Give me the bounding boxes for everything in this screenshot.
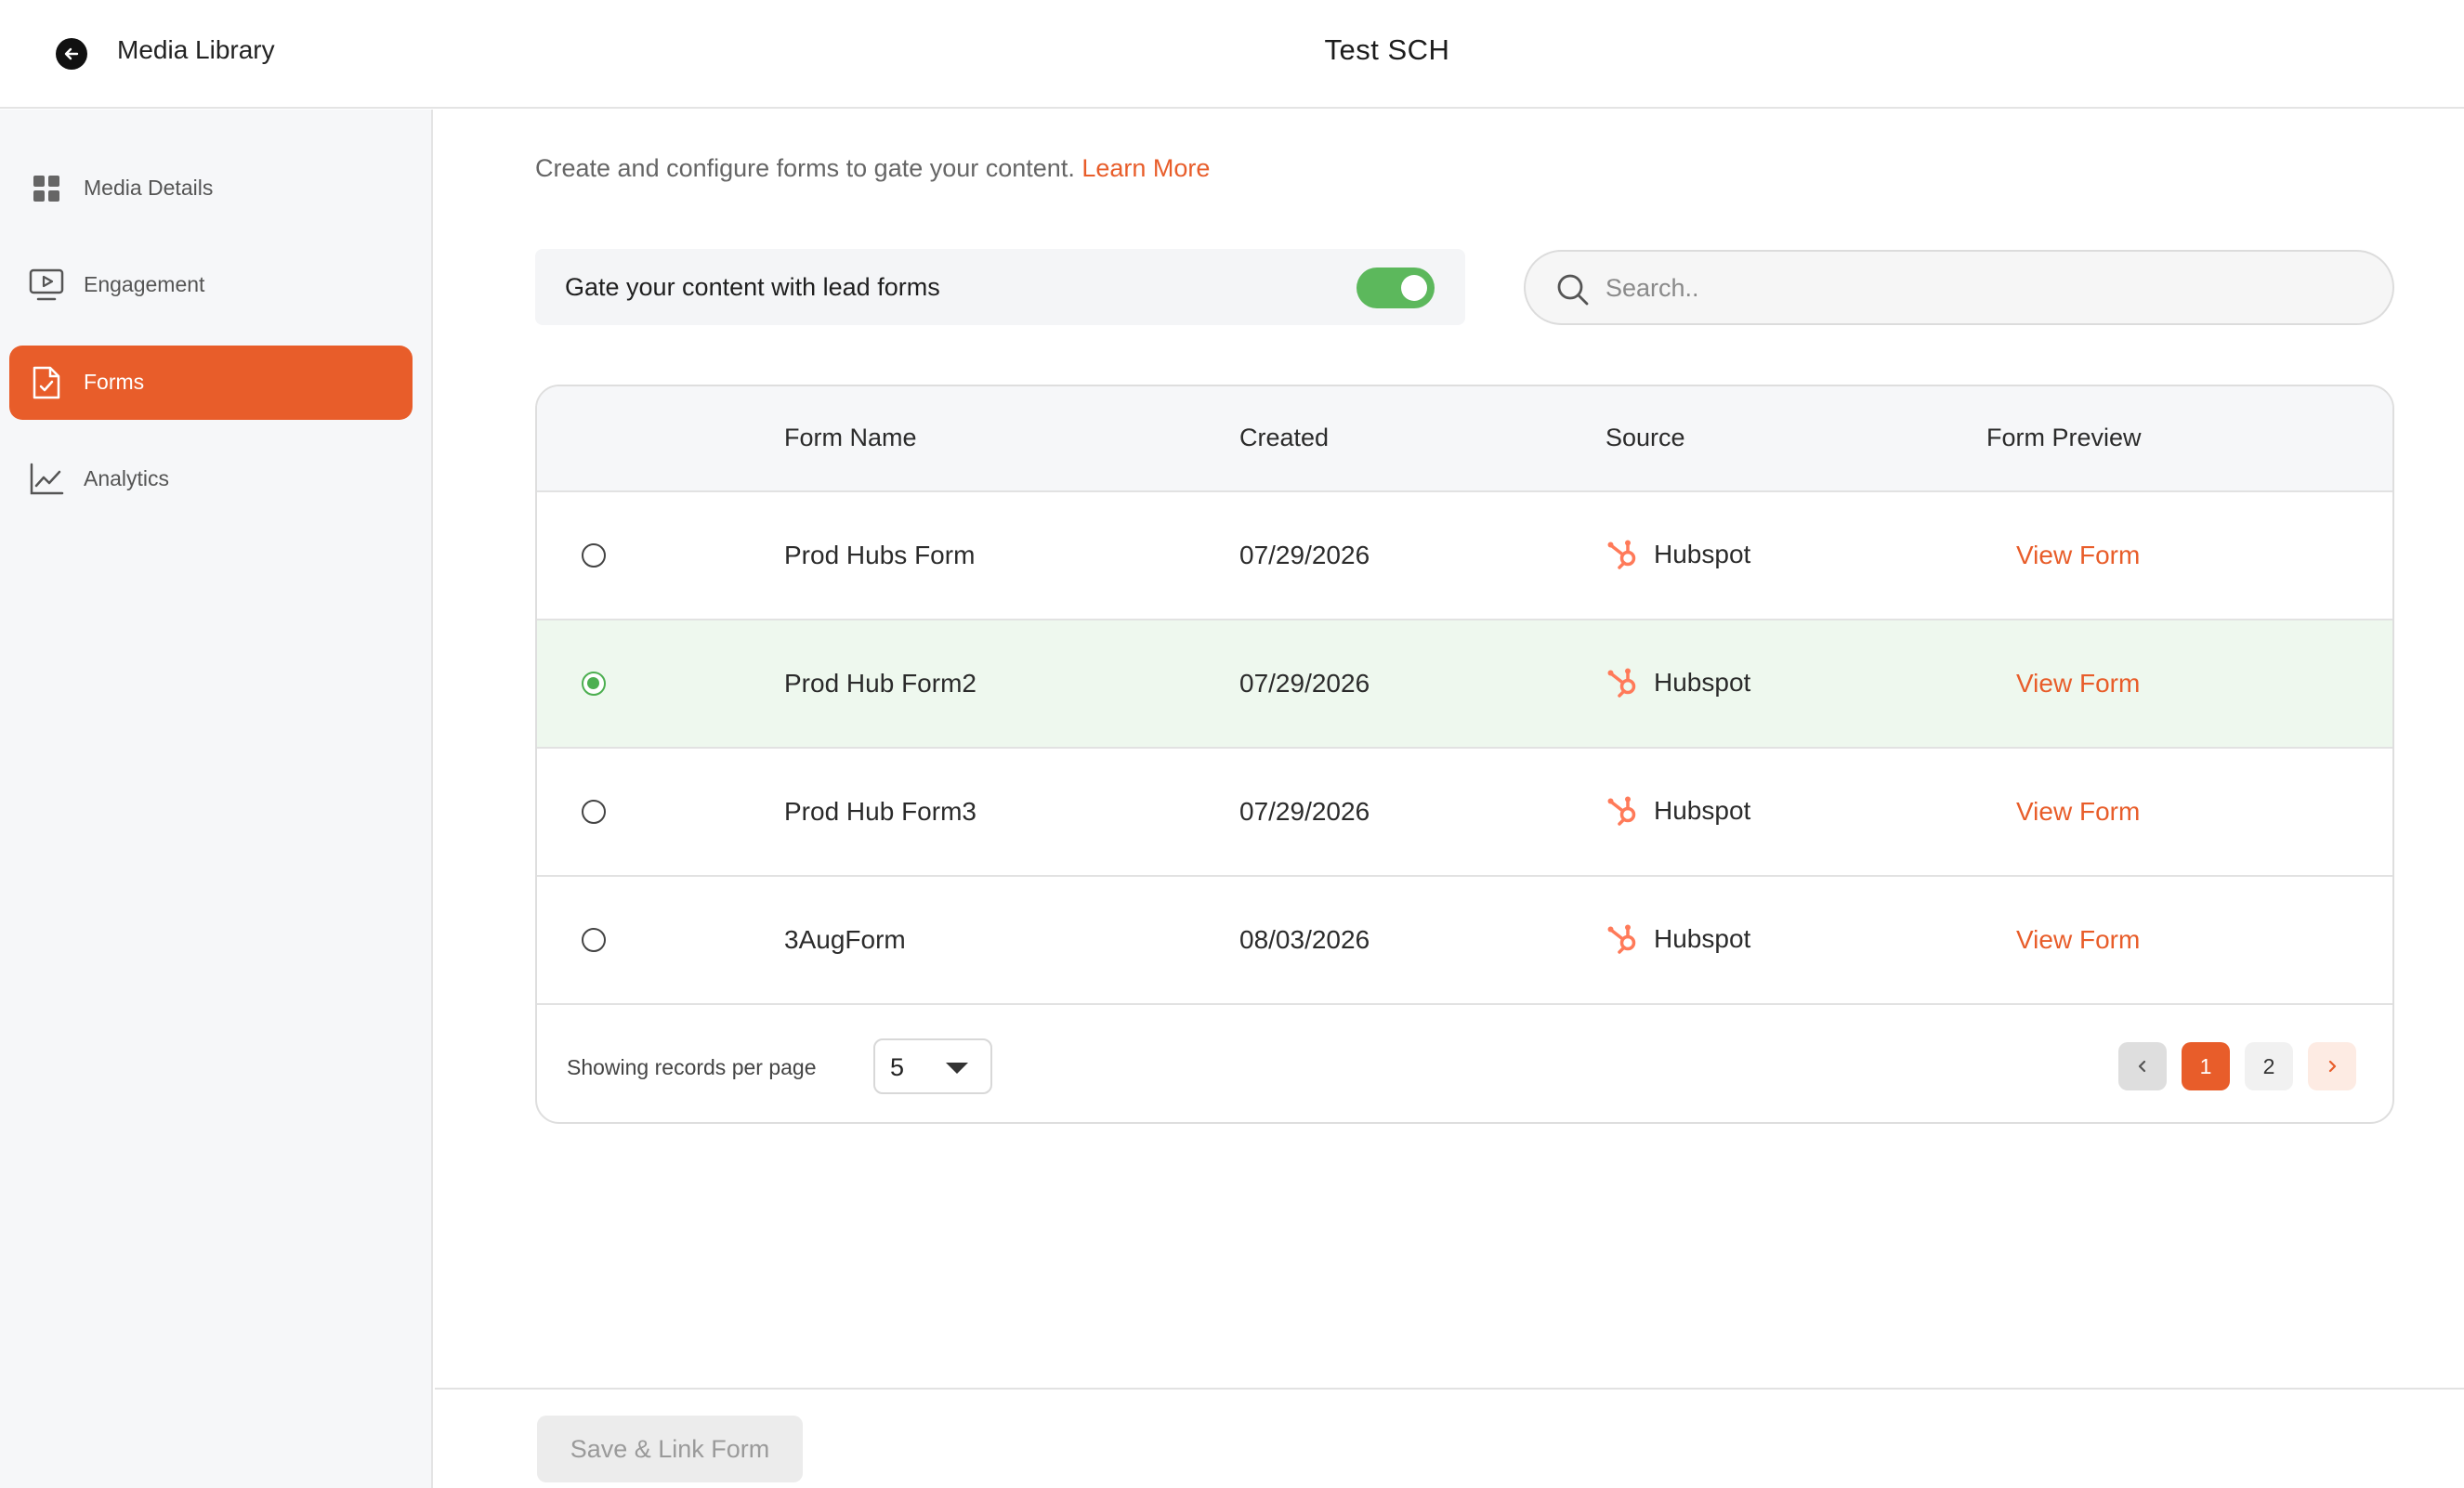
toggle-knob bbox=[1401, 275, 1427, 301]
source-cell: Hubspot bbox=[1606, 793, 1750, 829]
sidebar-item-label: Analytics bbox=[84, 466, 170, 490]
header-source: Source bbox=[1606, 424, 1685, 451]
search-box bbox=[1524, 250, 2394, 325]
table-row[interactable]: Prod Hub Form3 07/29/2026 Hubspot View F… bbox=[537, 749, 2392, 877]
back-arrow-icon[interactable] bbox=[56, 38, 87, 70]
sidebar-item-forms[interactable]: Forms bbox=[9, 346, 413, 420]
created-date: 07/29/2026 bbox=[1239, 797, 1370, 826]
gate-content-panel: Gate your content with lead forms bbox=[535, 249, 1465, 325]
sidebar-item-engagement[interactable]: Engagement bbox=[9, 248, 413, 322]
source-cell: Hubspot bbox=[1606, 665, 1750, 700]
row-radio[interactable] bbox=[582, 672, 606, 696]
view-form-link[interactable]: View Form bbox=[2016, 541, 2140, 570]
view-form-link[interactable]: View Form bbox=[2016, 669, 2140, 698]
intro-text: Create and configure forms to gate your … bbox=[535, 154, 1210, 183]
grid-icon bbox=[28, 170, 65, 207]
per-page-label: Showing records per page bbox=[567, 1055, 817, 1079]
table-header: Form Name Created Source Form Preview bbox=[537, 386, 2392, 492]
sidebar: Media Details Engagement Forms Analytics bbox=[0, 110, 433, 1488]
table-row[interactable]: 3AugForm 08/03/2026 Hubspot View Form bbox=[537, 877, 2392, 1005]
source-cell: Hubspot bbox=[1606, 921, 1750, 957]
chevron-left-icon bbox=[2138, 1060, 2146, 1073]
forms-table: Form Name Created Source Form Preview Pr… bbox=[535, 385, 2394, 1124]
view-form-link[interactable]: View Form bbox=[2016, 797, 2140, 827]
sidebar-item-label: Engagement bbox=[84, 272, 205, 296]
source-name: Hubspot bbox=[1654, 540, 1751, 568]
document-check-icon bbox=[28, 364, 65, 401]
form-name: Prod Hub Form3 bbox=[784, 797, 976, 826]
page-title: Test SCH bbox=[1324, 33, 1450, 66]
hubspot-icon bbox=[1607, 796, 1636, 826]
next-page-button[interactable] bbox=[2308, 1042, 2356, 1090]
header-form-name: Form Name bbox=[784, 424, 917, 451]
table-footer: Showing records per page 5 1 2 bbox=[537, 1009, 2392, 1122]
page-button-2[interactable]: 2 bbox=[2245, 1042, 2293, 1090]
header-form-preview: Form Preview bbox=[1986, 424, 2142, 451]
media-library-link[interactable]: Media Library bbox=[117, 35, 275, 65]
line-chart-icon bbox=[28, 461, 65, 498]
source-name: Hubspot bbox=[1654, 924, 1751, 953]
view-form-link[interactable]: View Form bbox=[2016, 925, 2140, 955]
form-name: Prod Hub Form2 bbox=[784, 669, 976, 698]
chevron-right-icon bbox=[2328, 1060, 2337, 1073]
sidebar-item-analytics[interactable]: Analytics bbox=[9, 442, 413, 516]
page-button-1[interactable]: 1 bbox=[2182, 1042, 2230, 1090]
header-created: Created bbox=[1239, 424, 1330, 451]
sidebar-item-media-details[interactable]: Media Details bbox=[9, 151, 413, 226]
row-radio[interactable] bbox=[582, 800, 606, 824]
hubspot-icon bbox=[1607, 540, 1636, 569]
form-name: 3AugForm bbox=[784, 925, 906, 954]
sidebar-item-label: Forms bbox=[84, 370, 145, 394]
top-header: Media Library Test SCH bbox=[0, 0, 2464, 109]
created-date: 08/03/2026 bbox=[1239, 925, 1370, 954]
sidebar-item-label: Media Details bbox=[84, 176, 214, 200]
source-cell: Hubspot bbox=[1606, 537, 1750, 572]
per-page-value: 5 bbox=[890, 1053, 905, 1081]
hubspot-icon bbox=[1607, 668, 1636, 698]
table-row[interactable]: Prod Hub Form2 07/29/2026 Hubspot View F… bbox=[537, 620, 2392, 749]
created-date: 07/29/2026 bbox=[1239, 669, 1370, 698]
row-radio[interactable] bbox=[582, 543, 606, 568]
hubspot-icon bbox=[1607, 924, 1636, 954]
learn-more-link[interactable]: Learn More bbox=[1081, 154, 1210, 182]
row-radio[interactable] bbox=[582, 928, 606, 952]
bottom-action-bar: Save & Link Form bbox=[435, 1388, 2464, 1488]
source-name: Hubspot bbox=[1654, 668, 1751, 697]
search-icon bbox=[1557, 274, 1589, 306]
form-name: Prod Hubs Form bbox=[784, 541, 976, 569]
save-link-form-button[interactable]: Save & Link Form bbox=[537, 1416, 803, 1482]
search-input[interactable] bbox=[1606, 267, 2367, 309]
monitor-play-icon bbox=[28, 267, 65, 304]
gate-content-toggle[interactable] bbox=[1357, 268, 1435, 308]
source-name: Hubspot bbox=[1654, 796, 1751, 825]
caret-down-icon bbox=[946, 1063, 968, 1074]
intro-description: Create and configure forms to gate your … bbox=[535, 154, 1075, 182]
per-page-select[interactable]: 5 bbox=[873, 1038, 992, 1094]
created-date: 07/29/2026 bbox=[1239, 541, 1370, 569]
table-row[interactable]: Prod Hubs Form 07/29/2026 Hubspot View F… bbox=[537, 492, 2392, 620]
gate-content-label: Gate your content with lead forms bbox=[565, 273, 940, 301]
prev-page-button[interactable] bbox=[2118, 1042, 2167, 1090]
